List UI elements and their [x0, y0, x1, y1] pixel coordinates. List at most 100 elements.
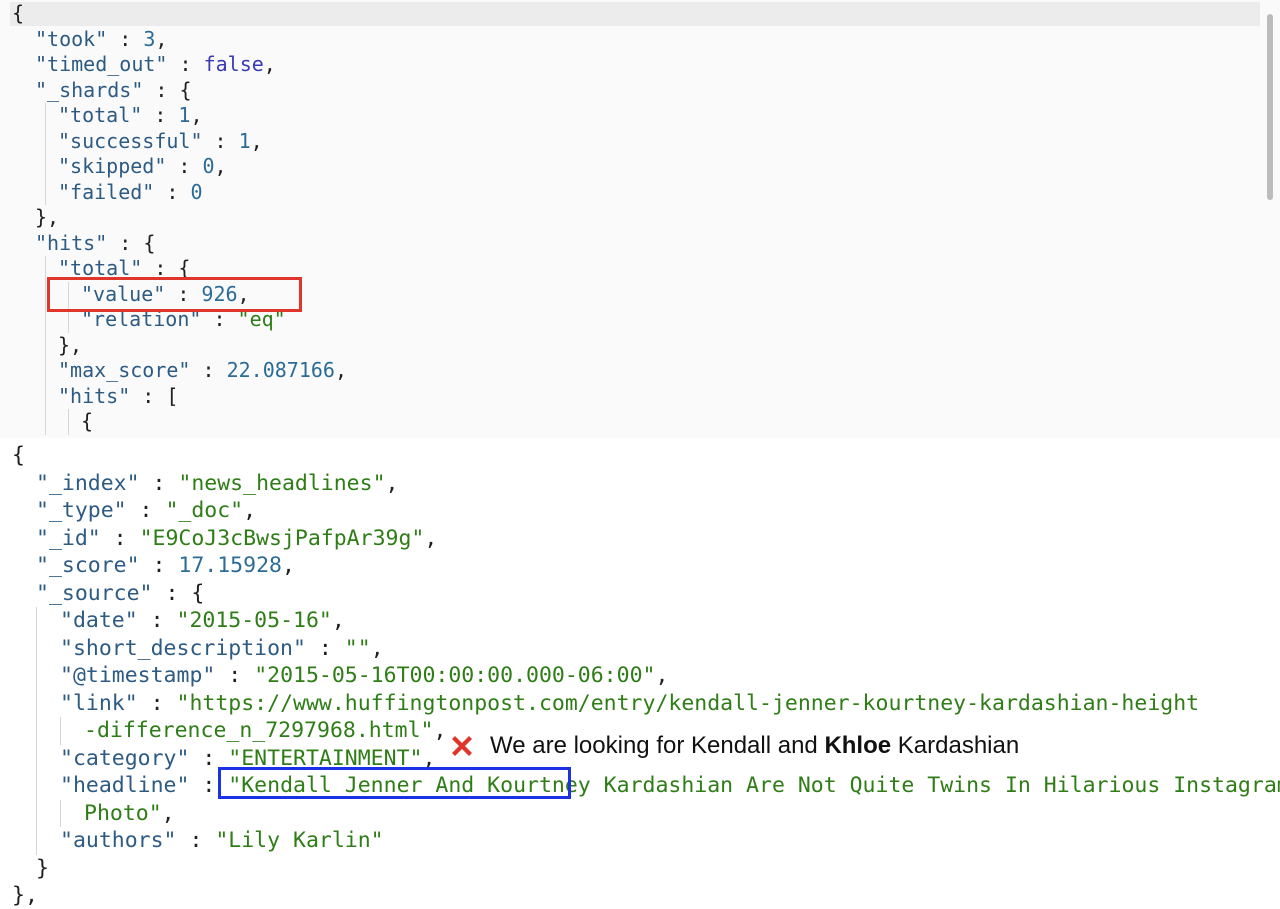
indent-guide — [36, 772, 37, 800]
response-panel-top: {"took" : 3, "timed_out" : false, "_shards… — [0, 0, 1280, 438]
code-token: 1 — [238, 128, 251, 153]
indent-guide — [36, 634, 37, 662]
code-token: "_id" — [36, 525, 101, 551]
code-line: "authors" : "Lily Karlin" — [60, 827, 384, 855]
indent-guide — [45, 409, 46, 435]
code-token: } — [36, 855, 49, 881]
annotation-text-before: We are looking for Kendall and — [490, 732, 825, 759]
indent-guide — [45, 383, 46, 409]
indent-guide — [60, 799, 61, 827]
code-token: : — [154, 179, 191, 204]
code-token: 0 — [202, 154, 215, 178]
scrollbar-thumb[interactable] — [1267, 14, 1273, 200]
code-token: 1 — [178, 103, 191, 127]
indent-guide — [36, 607, 37, 635]
code-token: "E9CoJ3cBwsjPafpAr39g" — [139, 525, 425, 551]
code-token: "failed" — [58, 179, 155, 204]
annotation-text: We are looking for Kendall and Khloe Kar… — [490, 732, 1019, 760]
indent-guide — [60, 717, 61, 745]
code-token: Photo" — [84, 800, 162, 826]
code-token: { — [81, 409, 94, 433]
indent-guide — [36, 717, 37, 745]
code-token: , — [161, 800, 175, 826]
code-token: }, — [12, 883, 38, 908]
code-token: , — [155, 26, 168, 51]
code-token: , — [655, 663, 669, 688]
code-token: : — [176, 828, 216, 853]
code-line: "skipped" : 0, — [58, 154, 227, 180]
code-token: "took" — [35, 26, 108, 51]
code-token: "_source" — [36, 580, 153, 606]
indent-guide — [36, 799, 37, 827]
code-token: , — [331, 608, 345, 633]
code-token: "date" — [60, 608, 138, 633]
code-token: : — [215, 663, 255, 688]
code-token: "_doc" — [165, 498, 244, 523]
code-token: "link" — [60, 690, 138, 716]
code-token: , — [263, 52, 276, 76]
response-panel-bottom: {"_index" : "news_headlines", "_type" : "… — [0, 438, 1280, 909]
code-line: "_id" : "E9CoJ3cBwsjPafpAr39g", — [36, 525, 437, 553]
code-token: "skipped" — [58, 154, 167, 178]
indent-guide — [36, 689, 37, 717]
code-token: : — [139, 470, 179, 496]
code-line: "max_score" : 22.087166, — [58, 358, 347, 384]
headline-match-highlight-box — [218, 767, 571, 799]
code-token: 3 — [143, 26, 156, 51]
code-token: "timed_out" — [35, 52, 168, 76]
code-token: : — [139, 553, 179, 578]
code-token: "_score" — [36, 553, 140, 578]
code-token: { — [12, 1, 25, 25]
code-token: , — [385, 470, 399, 496]
code-line: }, — [12, 882, 38, 909]
indent-guide — [36, 662, 37, 690]
code-token: : — [142, 103, 179, 127]
code-token: "hits" — [58, 383, 131, 408]
code-line: "successful" : 1, — [58, 129, 263, 155]
indent-guide — [45, 332, 46, 358]
code-line: "_type" : "_doc", — [36, 497, 256, 525]
code-token: , — [243, 498, 257, 523]
code-token: "_type" — [36, 498, 127, 523]
code-token: , — [250, 128, 263, 153]
code-token: "_index" — [36, 470, 140, 496]
code-token: }, — [58, 332, 83, 357]
code-token: "https://www.huffingtonpost.com/entry/ke… — [176, 690, 1200, 716]
code-token: , — [334, 358, 347, 382]
red-x-icon — [452, 736, 472, 756]
code-line: "hits" : [ — [58, 384, 178, 410]
code-line: "total" : 1, — [58, 103, 203, 129]
code-token: : [ — [130, 383, 179, 408]
code-token: -difference_n_7297968.html" — [84, 718, 434, 743]
indent-guide — [36, 744, 37, 772]
indent-guide — [45, 179, 46, 205]
code-token: : { — [107, 230, 156, 255]
code-token: , — [190, 103, 203, 127]
code-token: "news_headlines" — [178, 470, 386, 496]
code-token: { — [12, 443, 25, 468]
code-token: "2015-05-16" — [176, 608, 332, 633]
code-token: , — [214, 154, 227, 178]
code-line: }, — [58, 333, 82, 359]
code-line: "date" : "2015-05-16", — [60, 607, 345, 635]
code-line: "_shards" : { — [35, 78, 192, 104]
code-token: : — [137, 690, 177, 716]
indent-guide — [45, 281, 46, 307]
code-token: : — [190, 358, 227, 382]
code-token: "max_score" — [58, 358, 191, 382]
code-line: { — [81, 409, 93, 435]
code-token: "@timestamp" — [60, 663, 216, 688]
code-token: "_shards" — [35, 77, 144, 102]
code-token: false — [203, 52, 264, 76]
code-line: Photo", — [84, 800, 175, 828]
indent-guide — [36, 827, 37, 855]
scrollbar[interactable] — [1262, 0, 1280, 438]
code-token: }, — [35, 205, 60, 229]
code-token: "short_description" — [60, 635, 306, 661]
code-token: "headline" — [60, 773, 190, 798]
code-token: : — [126, 498, 166, 523]
code-token: : — [166, 154, 203, 178]
code-token: 17.15928 — [178, 553, 282, 578]
code-line: "_score" : 17.15928, — [36, 552, 295, 580]
total-value-highlight-box — [47, 277, 302, 312]
